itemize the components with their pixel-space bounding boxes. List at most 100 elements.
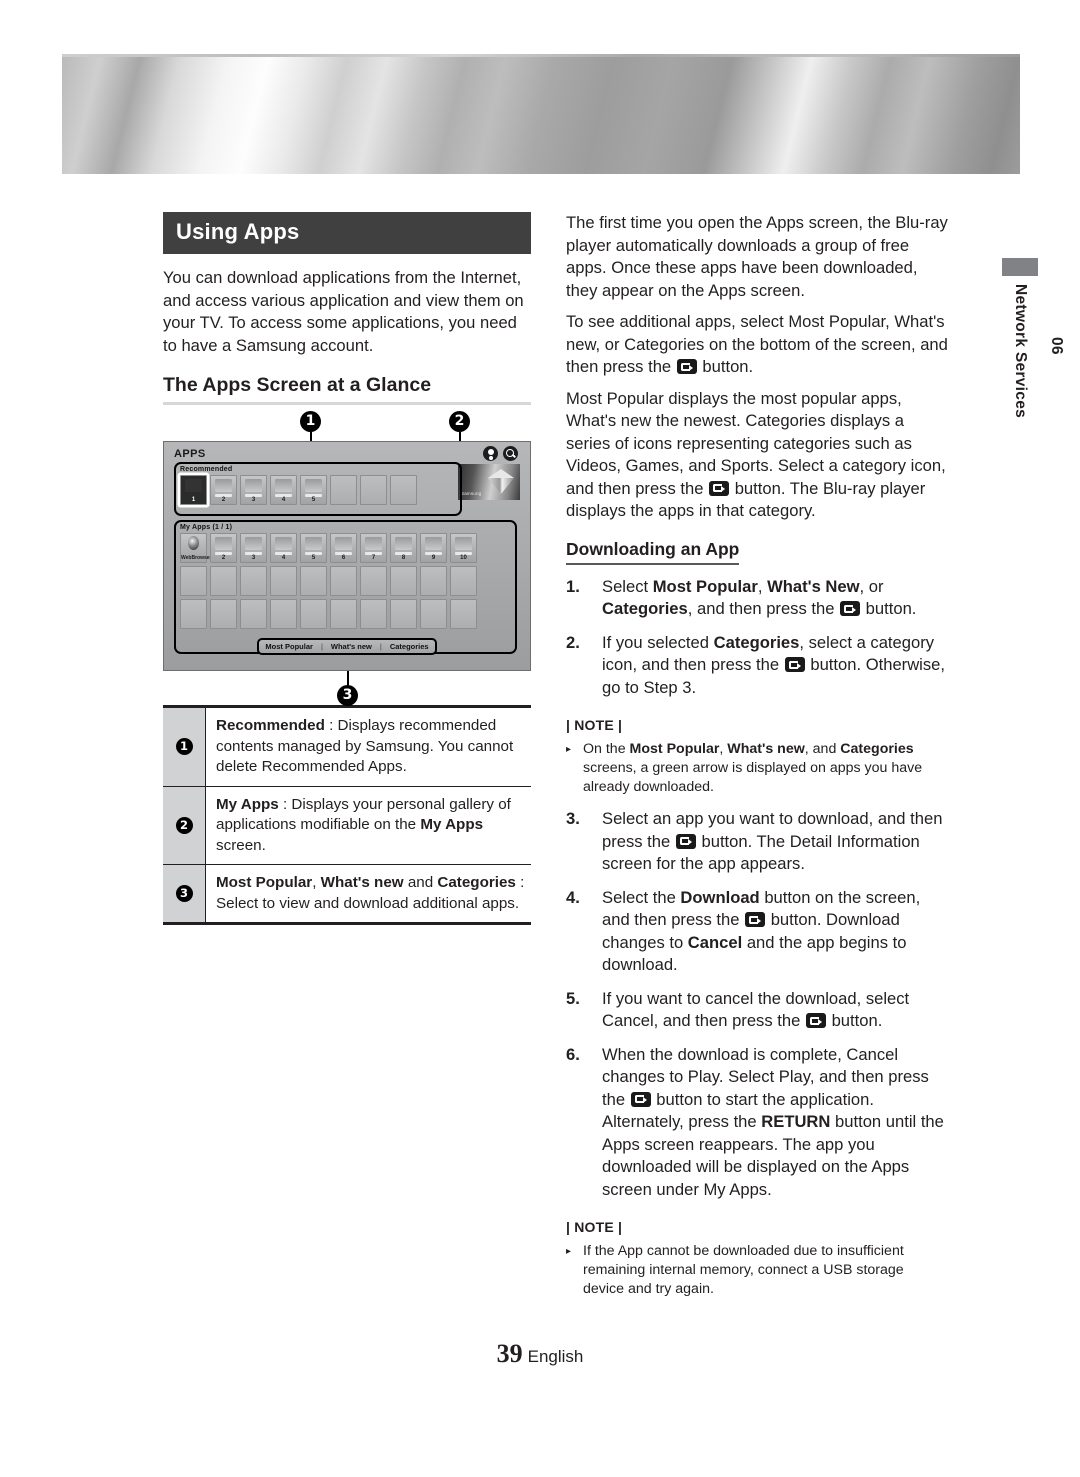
my-apps-empty-row-3 — [180, 599, 477, 629]
bullet-arrow-icon: ▸ — [566, 1246, 572, 1257]
step-bold-cancel: Cancel — [687, 932, 743, 952]
step-text-part: , — [757, 576, 768, 596]
step-text: Select Most Popular, What's New, or Cate… — [602, 576, 948, 621]
app-tile-empty[interactable] — [180, 599, 207, 629]
menu-item-most-popular[interactable]: Most Popular — [265, 642, 313, 651]
app-tile[interactable]: 3 — [240, 533, 267, 563]
step-bold-return: RETURN — [761, 1112, 831, 1131]
app-tile[interactable]: 1 — [180, 475, 207, 505]
app-tile-empty[interactable] — [360, 475, 387, 505]
note-text: On the Most Popular, What's new, and Cat… — [583, 740, 948, 797]
callout-2: 2 — [449, 411, 470, 432]
app-tile[interactable]: 3 — [240, 475, 267, 505]
app-tile-empty[interactable] — [180, 566, 207, 596]
subsection-title-downloading: Downloading an App — [566, 539, 740, 565]
tile-number: 2 — [221, 497, 226, 503]
step-text: Select an app you want to download, and … — [602, 808, 948, 876]
tile-number: 8 — [401, 555, 406, 561]
app-tile[interactable]: 8 — [390, 533, 417, 563]
legend-badge: 1 — [175, 738, 193, 756]
enter-button-icon — [630, 1091, 651, 1107]
step-text: If you want to cancel the download, sele… — [602, 988, 948, 1033]
app-tile-empty[interactable] — [420, 599, 447, 629]
step-text-part: , or — [859, 576, 884, 596]
app-tile[interactable]: 5 — [300, 533, 327, 563]
right-column: The first time you open the Apps screen,… — [566, 212, 948, 1299]
step-bold-categories: Categories — [602, 599, 688, 618]
step-text-part: button. — [861, 599, 917, 618]
app-tile-webbrowser[interactable]: WebBrowser — [180, 533, 212, 563]
app-tile-empty[interactable] — [390, 475, 417, 505]
app-tile[interactable]: 4 — [270, 475, 297, 505]
app-tile-empty[interactable] — [300, 599, 327, 629]
legend-body-2: screen. — [216, 836, 266, 854]
menu-item-whats-new[interactable]: What's new — [331, 642, 372, 651]
app-tile-empty[interactable] — [420, 566, 447, 596]
app-tile[interactable]: 6 — [330, 533, 357, 563]
note-text: If the App cannot be downloaded due to i… — [583, 1243, 904, 1297]
app-tile-empty[interactable] — [360, 566, 387, 596]
step-number: 5. — [566, 988, 580, 1008]
app-tile-empty[interactable] — [210, 566, 237, 596]
tile-thumb — [245, 537, 262, 550]
app-tile[interactable]: 10 — [450, 533, 477, 563]
figure-callouts: 1 2 — [163, 405, 531, 487]
tile-thumb — [275, 479, 292, 492]
step-text-part: If you selected — [602, 632, 714, 652]
legend-term-2: What's new — [320, 874, 404, 891]
app-tile-empty[interactable] — [450, 566, 477, 596]
promo-tile[interactable]: Samsung — [458, 464, 520, 500]
legend-body: Select to view and download additional a… — [216, 894, 520, 912]
table-row: 2 My Apps : Displays your personal galle… — [163, 786, 531, 865]
step-text: When the download is complete, Cancel ch… — [602, 1044, 948, 1202]
app-tile-empty[interactable] — [360, 599, 387, 629]
intro-paragraph: You can download applications from the I… — [163, 268, 524, 355]
app-tile-empty[interactable] — [300, 566, 327, 596]
side-tab-swatch — [1002, 258, 1038, 276]
legend-term-sep-1: , — [312, 874, 321, 891]
paragraph-2-text-2: button. — [697, 357, 754, 376]
app-tile-empty[interactable] — [450, 599, 477, 629]
left-column: Using Apps You can download applications… — [163, 212, 531, 925]
step-number: 6. — [566, 1044, 580, 1064]
enter-button-icon — [840, 601, 861, 616]
tile-thumb — [365, 537, 382, 550]
step-text-part: button. — [826, 1011, 883, 1030]
chapter-number: 06 — [1048, 337, 1065, 355]
table-row: 1 Recommended : Displays recommended con… — [163, 708, 531, 787]
app-tile[interactable]: 9 — [420, 533, 447, 563]
page-header-banner — [62, 54, 1020, 174]
app-tile-empty[interactable] — [330, 599, 357, 629]
app-tile[interactable]: 7 — [360, 533, 387, 563]
app-tile[interactable]: 5 — [300, 475, 327, 505]
app-tile[interactable]: 4 — [270, 533, 297, 563]
chapter-side-tab: 06 Network Services — [1002, 258, 1065, 418]
app-tile-empty[interactable] — [240, 566, 267, 596]
enter-button-icon — [784, 657, 805, 672]
app-tile-empty[interactable] — [270, 566, 297, 596]
app-tile-empty[interactable] — [330, 475, 357, 505]
tile-number: 1 — [191, 497, 196, 503]
tile-label: WebBrowser — [181, 555, 212, 561]
page-number: 39 — [496, 1339, 523, 1368]
app-tile-empty[interactable] — [330, 566, 357, 596]
search-icon[interactable] — [503, 446, 518, 461]
menu-item-categories[interactable]: Categories — [390, 642, 429, 651]
tile-number: 4 — [281, 497, 286, 503]
app-tile-empty[interactable] — [210, 599, 237, 629]
right-paragraph-2: To see additional apps, select Most Popu… — [566, 311, 948, 379]
person-icon[interactable] — [483, 446, 498, 461]
legend-term: Recommended — [216, 717, 325, 734]
app-tile-empty[interactable] — [240, 599, 267, 629]
figure-bottom-menu: Most Popular | What's new | Categories — [257, 638, 437, 655]
legend-description: Most Popular, What's new and Categories … — [206, 865, 530, 922]
app-tile-empty[interactable] — [390, 599, 417, 629]
callout-1: 1 — [300, 411, 321, 432]
app-tile[interactable]: 2 — [210, 533, 237, 563]
enter-button-icon — [745, 912, 766, 927]
app-tile[interactable]: 2 — [210, 475, 237, 505]
tile-number: 7 — [371, 555, 376, 561]
app-tile-empty[interactable] — [390, 566, 417, 596]
app-tile-empty[interactable] — [270, 599, 297, 629]
enter-button-icon — [676, 359, 697, 374]
